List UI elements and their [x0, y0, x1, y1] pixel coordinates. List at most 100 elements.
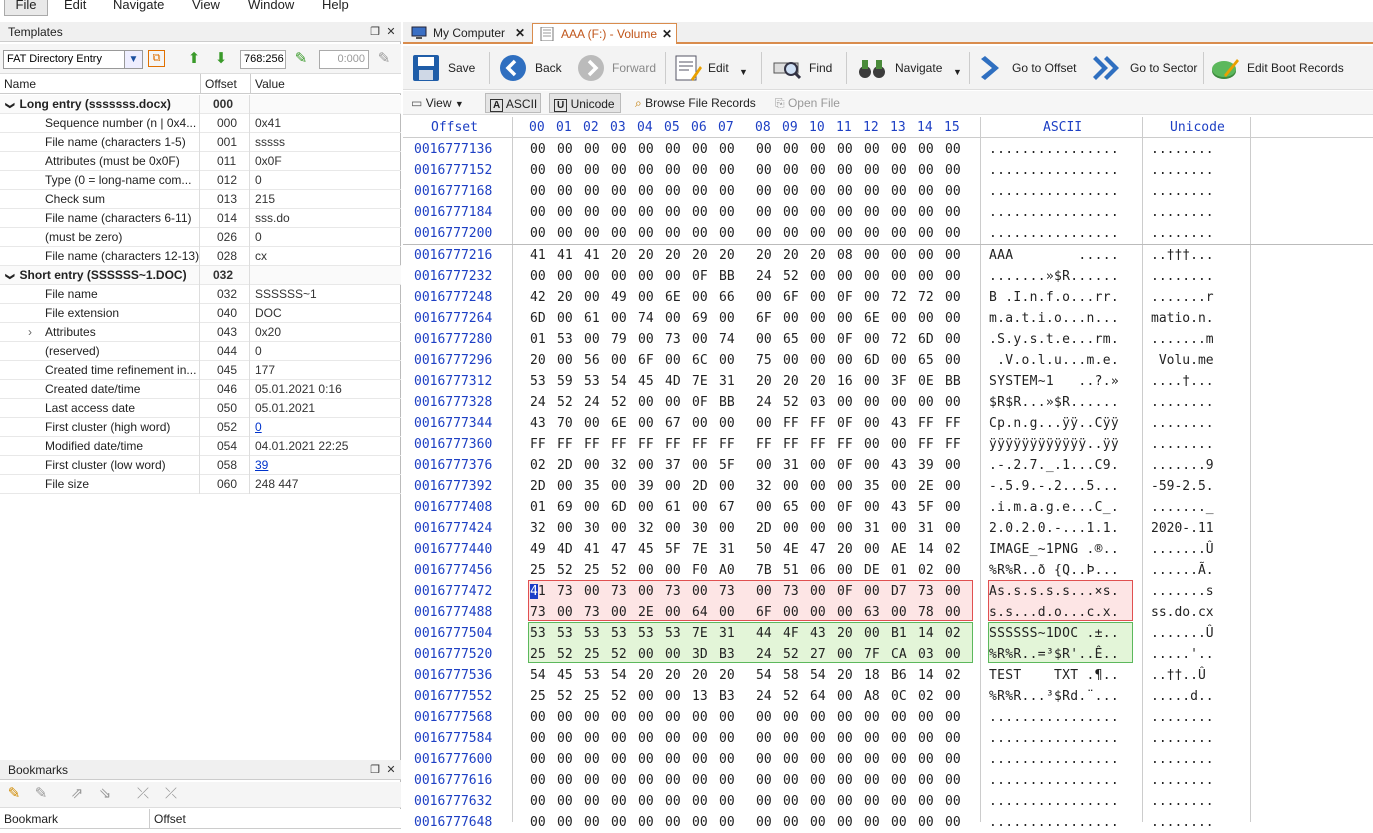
row-offset[interactable]: 0016777568	[414, 707, 492, 728]
hex-byte[interactable]: 00	[638, 329, 654, 350]
unicode-text[interactable]: ........	[1151, 728, 1214, 749]
hex-byte[interactable]: 00	[810, 202, 826, 223]
add-bookmark-icon[interactable]: ✎	[5, 785, 23, 803]
hex-row[interactable]: 0016777552 25 52 25 52 00 00 13 B3 24 52 64 00 A8 0C 02…	[403, 686, 1373, 707]
hex-byte[interactable]: 20	[783, 245, 799, 266]
hex-byte[interactable]: 00	[945, 686, 961, 707]
hex-byte[interactable]: 00	[810, 287, 826, 308]
tab-my-computer[interactable]: My Computer ✕	[405, 23, 529, 44]
hex-byte[interactable]: 6F	[638, 350, 654, 371]
hex-row[interactable]: 0016777472 41 73 00 73 00 73 00 73 00 73 00 0F 00 D7 73…	[403, 581, 1373, 602]
hex-byte[interactable]: 51	[783, 560, 799, 581]
hex-byte[interactable]: 00	[665, 308, 681, 329]
hex-byte[interactable]: 00	[756, 139, 772, 160]
hex-byte[interactable]: 00	[557, 770, 573, 791]
hex-byte[interactable]: 53	[665, 623, 681, 644]
hex-byte[interactable]: 20	[837, 665, 853, 686]
unicode-text[interactable]: Volu.me	[1151, 350, 1214, 371]
hex-byte[interactable]: 00	[945, 581, 961, 602]
hex-byte[interactable]: 00	[837, 812, 853, 833]
hex-byte[interactable]: 00	[665, 266, 681, 287]
hex-byte[interactable]: 53	[557, 623, 573, 644]
delete-bookmark-icon[interactable]: ⤫	[134, 785, 152, 803]
hex-byte[interactable]: 14	[918, 539, 934, 560]
hex-byte[interactable]: 2D	[530, 476, 546, 497]
hex-byte[interactable]: 00	[945, 518, 961, 539]
forward-button[interactable]: Forward	[576, 46, 662, 90]
hex-byte[interactable]: 00	[945, 287, 961, 308]
hex-byte[interactable]: 65	[918, 350, 934, 371]
hex-byte[interactable]: 00	[557, 749, 573, 770]
hex-byte[interactable]: 00	[918, 749, 934, 770]
hex-byte[interactable]: 00	[810, 476, 826, 497]
unicode-text[interactable]: ........	[1151, 413, 1214, 434]
hex-byte[interactable]: 00	[864, 181, 880, 202]
hex-byte[interactable]: 4F	[783, 623, 799, 644]
hex-byte[interactable]: 00	[611, 518, 627, 539]
hex-byte[interactable]: 00	[891, 518, 907, 539]
hex-byte[interactable]: 00	[864, 266, 880, 287]
hex-byte[interactable]: 00	[530, 181, 546, 202]
hex-byte[interactable]: 00	[692, 749, 708, 770]
hex-byte[interactable]: 00	[810, 791, 826, 812]
hex-byte[interactable]: 41	[530, 581, 546, 602]
hex-byte[interactable]: 20	[837, 623, 853, 644]
hex-byte[interactable]: 00	[891, 160, 907, 181]
value-link[interactable]: 0	[255, 420, 262, 434]
hex-byte[interactable]: 00	[557, 139, 573, 160]
tab-volume[interactable]: AAA (F:) - Volume ✕	[532, 23, 677, 44]
hex-byte[interactable]: 00	[945, 497, 961, 518]
hex-byte[interactable]: 00	[756, 728, 772, 749]
back-button[interactable]: Back	[498, 46, 564, 90]
hex-row[interactable]: 0016777328 24 52 24 52 00 00 0F BB 24 52 03 00 00 00 00…	[403, 392, 1373, 413]
hex-byte[interactable]: 00	[864, 245, 880, 266]
hex-byte[interactable]: 00	[945, 602, 961, 623]
restore-icon[interactable]: ❐	[368, 22, 382, 42]
hex-byte[interactable]: 00	[864, 371, 880, 392]
row-offset[interactable]: 0016777392	[414, 476, 492, 497]
hex-byte[interactable]: 00	[719, 139, 735, 160]
ascii-text[interactable]: ................	[989, 749, 1119, 770]
row-offset[interactable]: 0016777344	[414, 413, 492, 434]
hex-byte[interactable]: 00	[692, 728, 708, 749]
hex-byte[interactable]: 74	[638, 308, 654, 329]
hex-byte[interactable]: 52	[783, 686, 799, 707]
edit-bookmark-icon[interactable]: ✎	[32, 785, 50, 803]
hex-byte[interactable]: 53	[584, 665, 600, 686]
hex-byte[interactable]: B3	[719, 644, 735, 665]
hex-byte[interactable]: 00	[891, 350, 907, 371]
hex-byte[interactable]: 00	[611, 308, 627, 329]
hex-byte[interactable]: 00	[837, 602, 853, 623]
hex-byte[interactable]: 43	[891, 497, 907, 518]
row-offset[interactable]: 0016777424	[414, 518, 492, 539]
hex-byte[interactable]: 00	[557, 181, 573, 202]
hex-byte[interactable]: 01	[530, 329, 546, 350]
hex-byte[interactable]: 00	[665, 686, 681, 707]
hex-byte[interactable]: 20	[756, 371, 772, 392]
hex-byte[interactable]: 00	[945, 202, 961, 223]
hex-byte[interactable]: 00	[837, 266, 853, 287]
hex-byte[interactable]: 00	[864, 581, 880, 602]
hex-byte[interactable]: 54	[611, 371, 627, 392]
hex-byte[interactable]: 54	[530, 665, 546, 686]
hex-byte[interactable]: 16	[837, 371, 853, 392]
hex-byte[interactable]: BB	[719, 266, 735, 287]
hex-byte[interactable]: 20	[837, 539, 853, 560]
hex-byte[interactable]: 00	[810, 581, 826, 602]
hex-byte[interactable]: 7E	[692, 539, 708, 560]
ascii-text[interactable]: ................	[989, 160, 1119, 181]
hex-row[interactable]: 0016777296 20 00 56 00 6F 00 6C 00 75 00 00 00 6D 00 65…	[403, 350, 1373, 371]
template-row[interactable]: Type (0 = long-name com... 012 0	[0, 171, 401, 190]
close-icon[interactable]: ✕	[384, 760, 398, 780]
hex-byte[interactable]: 2D	[557, 455, 573, 476]
hex-byte[interactable]: 00	[837, 770, 853, 791]
hex-byte[interactable]: 72	[891, 287, 907, 308]
unicode-text[interactable]: ........	[1151, 223, 1214, 244]
hex-byte[interactable]: 5F	[719, 455, 735, 476]
hex-byte[interactable]: 69	[557, 497, 573, 518]
ascii-text[interactable]: ................	[989, 139, 1119, 160]
hex-byte[interactable]: 00	[810, 497, 826, 518]
unicode-text[interactable]: ....†...	[1151, 371, 1214, 392]
hex-row[interactable]: 0016777408 01 69 00 6D 00 61 00 67 00 65 00 0F 00 43 5F…	[403, 497, 1373, 518]
hex-byte[interactable]: 00	[719, 181, 735, 202]
